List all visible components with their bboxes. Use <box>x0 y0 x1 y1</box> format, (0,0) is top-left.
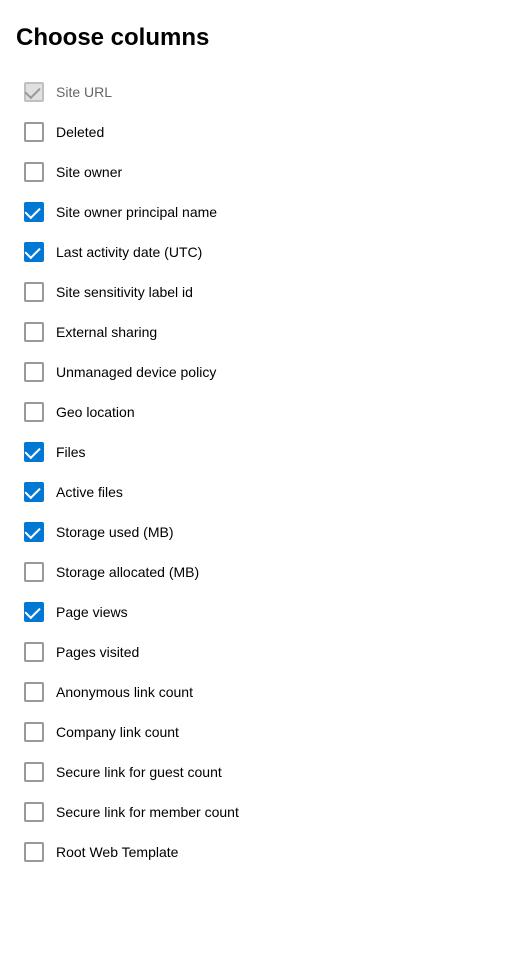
column-item-active-files[interactable]: Active files <box>16 472 490 512</box>
label-deleted: Deleted <box>56 124 104 140</box>
column-item-root-web-template[interactable]: Root Web Template <box>16 832 490 872</box>
checkbox-root-web-template[interactable] <box>24 842 44 862</box>
checkbox-external-sharing[interactable] <box>24 322 44 342</box>
column-item-page-views[interactable]: Page views <box>16 592 490 632</box>
checkbox-company-link-count[interactable] <box>24 722 44 742</box>
column-item-company-link-count[interactable]: Company link count <box>16 712 490 752</box>
checkbox-anonymous-link-count[interactable] <box>24 682 44 702</box>
checkbox-storage-allocated[interactable] <box>24 562 44 582</box>
column-item-storage-allocated[interactable]: Storage allocated (MB) <box>16 552 490 592</box>
column-item-geo-location[interactable]: Geo location <box>16 392 490 432</box>
page-title: Choose columns <box>16 24 490 52</box>
label-secure-link-member-count: Secure link for member count <box>56 804 239 820</box>
column-item-anonymous-link-count[interactable]: Anonymous link count <box>16 672 490 712</box>
column-item-site-sensitivity-label-id[interactable]: Site sensitivity label id <box>16 272 490 312</box>
checkbox-unmanaged-device-policy[interactable] <box>24 362 44 382</box>
label-unmanaged-device-policy: Unmanaged device policy <box>56 364 216 380</box>
checkbox-files[interactable] <box>24 442 44 462</box>
checkbox-deleted[interactable] <box>24 122 44 142</box>
label-geo-location: Geo location <box>56 404 135 420</box>
checkbox-active-files[interactable] <box>24 482 44 502</box>
column-item-external-sharing[interactable]: External sharing <box>16 312 490 352</box>
label-external-sharing: External sharing <box>56 324 157 340</box>
column-item-files[interactable]: Files <box>16 432 490 472</box>
column-item-site-owner[interactable]: Site owner <box>16 152 490 192</box>
column-item-secure-link-guest-count[interactable]: Secure link for guest count <box>16 752 490 792</box>
checkbox-secure-link-member-count[interactable] <box>24 802 44 822</box>
label-anonymous-link-count: Anonymous link count <box>56 684 193 700</box>
checkbox-site-owner-principal-name[interactable] <box>24 202 44 222</box>
label-site-sensitivity-label-id: Site sensitivity label id <box>56 284 193 300</box>
column-item-storage-used[interactable]: Storage used (MB) <box>16 512 490 552</box>
checkbox-site-sensitivity-label-id[interactable] <box>24 282 44 302</box>
column-item-unmanaged-device-policy[interactable]: Unmanaged device policy <box>16 352 490 392</box>
label-storage-used: Storage used (MB) <box>56 524 174 540</box>
checkbox-site-owner[interactable] <box>24 162 44 182</box>
checkbox-pages-visited[interactable] <box>24 642 44 662</box>
label-active-files: Active files <box>56 484 123 500</box>
label-site-owner: Site owner <box>56 164 122 180</box>
label-storage-allocated: Storage allocated (MB) <box>56 564 199 580</box>
column-item-secure-link-member-count[interactable]: Secure link for member count <box>16 792 490 832</box>
checkbox-storage-used[interactable] <box>24 522 44 542</box>
checkbox-secure-link-guest-count[interactable] <box>24 762 44 782</box>
label-site-owner-principal-name: Site owner principal name <box>56 204 217 220</box>
label-files: Files <box>56 444 86 460</box>
checkbox-geo-location[interactable] <box>24 402 44 422</box>
label-site-url: Site URL <box>56 84 112 100</box>
label-last-activity-date: Last activity date (UTC) <box>56 244 202 260</box>
column-item-last-activity-date[interactable]: Last activity date (UTC) <box>16 232 490 272</box>
column-item-site-url[interactable]: Site URL <box>16 72 490 112</box>
column-item-pages-visited[interactable]: Pages visited <box>16 632 490 672</box>
label-root-web-template: Root Web Template <box>56 844 178 860</box>
label-company-link-count: Company link count <box>56 724 179 740</box>
label-page-views: Page views <box>56 604 128 620</box>
label-pages-visited: Pages visited <box>56 644 139 660</box>
label-secure-link-guest-count: Secure link for guest count <box>56 764 222 780</box>
checkbox-site-url[interactable] <box>24 82 44 102</box>
checkbox-last-activity-date[interactable] <box>24 242 44 262</box>
column-item-deleted[interactable]: Deleted <box>16 112 490 152</box>
column-item-site-owner-principal-name[interactable]: Site owner principal name <box>16 192 490 232</box>
checkbox-page-views[interactable] <box>24 602 44 622</box>
column-list: Site URL Deleted Site owner Site owner prin… <box>16 72 490 872</box>
